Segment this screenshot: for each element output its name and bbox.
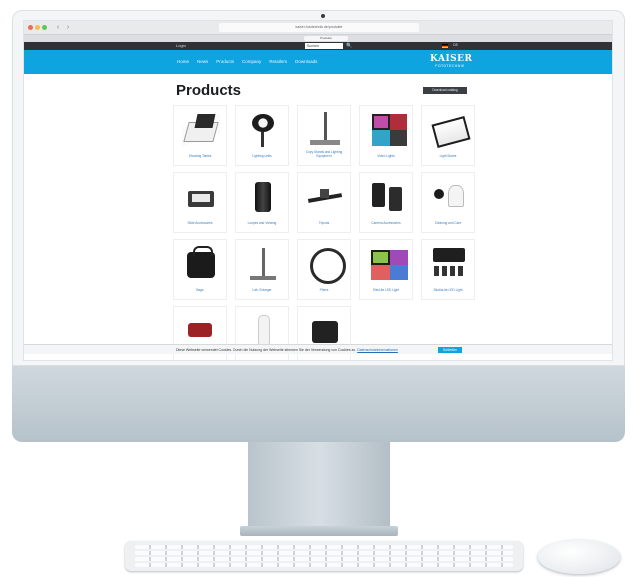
product-label[interactable]: Shooting Tables: [176, 154, 224, 159]
kaiser-logo[interactable]: KAISER FOTOTECHNIK: [430, 54, 473, 70]
keyboard-row: [135, 563, 513, 567]
product-label[interactable]: SlimLite LED Light: [362, 288, 410, 293]
product-card[interactable]: Camera Accessories: [359, 172, 413, 233]
product-card[interactable]: Tripods: [297, 172, 351, 233]
login-link[interactable]: Login: [176, 43, 186, 48]
browser-toolbar: ‹ › kaiser-fototechnik.de/produkte: [24, 21, 612, 35]
keyboard: [125, 541, 523, 571]
product-label[interactable]: Filters: [300, 288, 348, 293]
forward-button[interactable]: ›: [64, 24, 72, 31]
slide-viewer-image: [182, 179, 220, 215]
product-card[interactable]: Loupes and Viewing: [235, 172, 289, 233]
loupe-image: [244, 179, 282, 215]
german-flag-icon[interactable]: [442, 44, 448, 48]
minimize-window-icon[interactable]: [35, 25, 40, 30]
studio-light-image: [244, 112, 282, 148]
cookie-text: Diese Webseite verwendet Cookies. Durch …: [176, 348, 357, 352]
address-bar[interactable]: kaiser-fototechnik.de/produkte: [219, 23, 419, 32]
page-content: Products Download catalog Shooting Table…: [24, 74, 612, 360]
imac-stand-foot: [240, 526, 398, 536]
privacy-link[interactable]: Datenschutzinformationen: [357, 348, 398, 352]
nav-item-downloads[interactable]: Downloads: [295, 59, 317, 64]
product-label[interactable]: Video Lights: [362, 154, 410, 159]
product-label[interactable]: Bags: [176, 288, 224, 293]
product-label[interactable]: Lab. Enlarger: [238, 288, 286, 293]
product-card[interactable]: Filters: [297, 239, 351, 300]
product-card[interactable]: SlimLite LED Light: [359, 239, 413, 300]
product-card[interactable]: Video Lights: [359, 105, 413, 166]
logo-subtitle: FOTOTECHNIK: [435, 64, 465, 68]
product-card[interactable]: Bags: [173, 239, 227, 300]
logo-wordmark: KAISER: [430, 54, 473, 64]
nav-item-home[interactable]: Home: [177, 59, 189, 64]
product-label[interactable]: Cleaning and Care: [424, 221, 472, 226]
imac-stand: [248, 442, 390, 530]
studiolite-kit-image: [430, 246, 468, 282]
keyboard-row: [135, 545, 513, 549]
cookie-banner: Diese Webseite verwendet Cookies. Durch …: [24, 344, 612, 354]
search-icon[interactable]: 🔍: [346, 43, 352, 49]
product-card[interactable]: Cleaning and Care: [421, 172, 475, 233]
product-label[interactable]: Tripods: [300, 221, 348, 226]
imac-scene: ‹ › kaiser-fototechnik.de/produkte Produ…: [0, 0, 636, 577]
camera-accessory-image: [368, 179, 406, 215]
keyboard-row: [135, 551, 513, 555]
cookie-accept-button[interactable]: Schließen: [438, 347, 462, 353]
product-label[interactable]: Copy Stands and Lighting Equipment: [300, 151, 348, 159]
camera-icon: [321, 14, 325, 18]
product-label[interactable]: Loupes and Viewing: [238, 221, 286, 226]
product-card[interactable]: Copy Stands and Lighting Equipment: [297, 105, 351, 166]
product-label[interactable]: StudioLite LED Light: [424, 288, 472, 293]
tab-active[interactable]: Produkte: [304, 36, 348, 41]
product-label[interactable]: Lighting Units: [238, 154, 286, 159]
enlarger-stand-image: [244, 246, 282, 282]
nav-links: Home News Products Company Retailers Dow…: [177, 59, 317, 64]
filter-ring-image: [306, 246, 346, 284]
product-card[interactable]: Lighting Units: [235, 105, 289, 166]
shooting-table-image: [182, 112, 220, 148]
main-navigation: Home News Products Company Retailers Dow…: [24, 50, 612, 74]
product-card[interactable]: StudioLite LED Light: [421, 239, 475, 300]
product-card[interactable]: Shooting Tables: [173, 105, 227, 166]
nav-item-products[interactable]: Products: [216, 59, 234, 64]
tripod-rail-image: [306, 179, 344, 215]
product-card[interactable]: Slide Accessories: [173, 172, 227, 233]
product-card[interactable]: Light Boxes: [421, 105, 475, 166]
maximize-window-icon[interactable]: [42, 25, 47, 30]
keyboard-row: [135, 557, 513, 561]
download-catalog-button[interactable]: Download catalog: [423, 87, 467, 94]
slimlite-led-image: [368, 246, 406, 282]
tab-strip: Produkte: [24, 35, 612, 42]
nav-item-retailers[interactable]: Retailers: [269, 59, 287, 64]
video-light-panels-image: [368, 112, 406, 148]
copy-stand-image: [306, 112, 344, 148]
product-label[interactable]: Camera Accessories: [362, 221, 410, 226]
product-card[interactable]: Lab. Enlarger: [235, 239, 289, 300]
browser-window: ‹ › kaiser-fototechnik.de/produkte Produ…: [23, 20, 613, 361]
cleaning-kit-image: [430, 179, 468, 215]
page-title: Products: [176, 82, 242, 99]
back-button[interactable]: ‹: [54, 24, 62, 31]
search-input[interactable]: Suchen: [305, 43, 343, 49]
mouse: [538, 540, 620, 574]
product-label[interactable]: Slide Accessories: [176, 221, 224, 226]
camera-bag-image: [182, 246, 220, 282]
imac-chin: [12, 366, 625, 442]
nav-item-news[interactable]: News: [197, 59, 208, 64]
close-window-icon[interactable]: [28, 25, 33, 30]
light-box-image: [430, 112, 468, 148]
product-label[interactable]: Light Boxes: [424, 154, 472, 159]
language-selector[interactable]: DE: [453, 43, 458, 47]
product-grid: Shooting Tables Lighting Units Copy Stan…: [173, 105, 475, 360]
cookie-notice: Diese Webseite verwendet Cookies. Durch …: [176, 348, 398, 352]
nav-item-company[interactable]: Company: [242, 59, 261, 64]
site-topbar: Login Suchen 🔍 DE: [24, 42, 612, 50]
